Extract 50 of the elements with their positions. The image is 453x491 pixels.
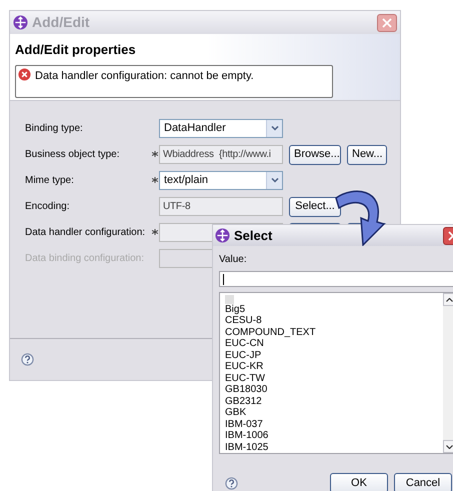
close-button[interactable]	[377, 14, 397, 32]
required-icon	[152, 228, 158, 234]
text-field[interactable]: Wbiaddress {http://www.i	[159, 145, 283, 164]
field-label: Data handler configuration:	[25, 226, 146, 240]
field-label: Business object type:	[25, 148, 120, 162]
list-item[interactable]: IBM-037	[225, 418, 443, 430]
error-message: Data handler configuration: cannot be empty.	[35, 68, 254, 84]
field-label: Mime type:	[25, 174, 75, 188]
dialog-button[interactable]: OK	[330, 473, 388, 491]
list-item[interactable]: GBK	[225, 407, 443, 418]
text-field[interactable]: UTF-8	[159, 197, 283, 216]
required-icon	[152, 150, 158, 156]
dropdown-field[interactable]: DataHandler	[159, 119, 283, 138]
dialog-button[interactable]: Cancel	[394, 473, 452, 491]
scroll-up-icon	[446, 298, 453, 302]
dropdown-field[interactable]: text/plain	[159, 171, 283, 190]
list-item[interactable]: GB18030	[225, 384, 443, 396]
form-button[interactable]: Select...	[289, 196, 341, 216]
list-item[interactable]: EUC-KR	[225, 361, 443, 372]
window-title: Add/Edit	[32, 13, 91, 32]
list-item[interactable]: EUC-CN	[225, 338, 443, 350]
error-icon	[18, 68, 31, 80]
form-button[interactable]: Browse...	[289, 144, 341, 164]
app-icon	[215, 228, 230, 243]
list-item[interactable]: COMPOUND_TEXT	[225, 326, 443, 338]
selection-highlight	[225, 295, 234, 304]
app-icon	[13, 15, 28, 30]
value-label: Value:	[219, 253, 248, 267]
list-item[interactable]: IBM-1006	[225, 430, 443, 442]
close-icon	[382, 18, 392, 28]
list-item[interactable]: GB2312	[225, 396, 443, 407]
list-item[interactable]: CESU-8	[225, 315, 443, 326]
value-list[interactable]: Big5 CESU-8 COMPOUND_TEXT EUC-CN EUC-JP EUC-KR EUC-TW GB18030 GB2312 GBK IBM-037 IBM-1006 IBM-1025	[219, 292, 453, 454]
list-item[interactable]: IBM-1025	[225, 442, 443, 453]
scrollbar[interactable]	[443, 293, 453, 453]
dialog-heading: Add/Edit properties	[15, 41, 137, 59]
form-button[interactable]: New...	[347, 144, 387, 164]
list-item[interactable]: EUC-JP	[225, 350, 443, 361]
field-label: Data binding configuration:	[25, 252, 145, 266]
field-label: Encoding:	[25, 200, 70, 214]
help-icon[interactable]	[225, 476, 238, 490]
required-icon	[152, 176, 158, 182]
window-title: Select	[234, 226, 274, 245]
scroll-down-icon	[446, 444, 453, 448]
help-icon[interactable]	[21, 353, 34, 366]
text-cursor-icon	[223, 274, 224, 284]
list-item[interactable]: EUC-TW	[225, 372, 443, 384]
value-input[interactable]	[219, 271, 453, 287]
list-item[interactable]: Big5	[225, 304, 443, 315]
field-label: Binding type:	[25, 122, 84, 136]
